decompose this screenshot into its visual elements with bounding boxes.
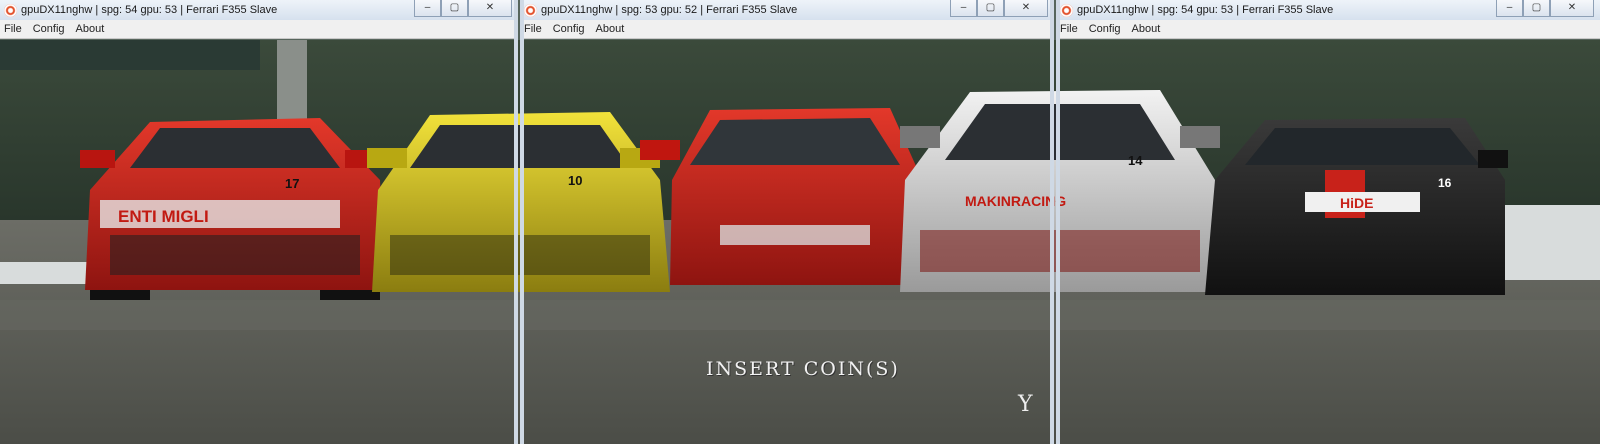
window-3-title: gpuDX11nghw | spg: 54 gpu: 53 | Ferrari … <box>1077 4 1334 16</box>
maximize-button[interactable]: ▢ <box>977 0 1004 17</box>
window-2-border-right <box>1050 0 1054 444</box>
window-1: gpuDX11nghw | spg: 54 gpu: 53 | Ferrari … <box>0 0 518 444</box>
menu-config[interactable]: Config <box>1085 23 1128 35</box>
menu-config[interactable]: Config <box>549 23 592 35</box>
menu-about[interactable]: About <box>72 23 112 35</box>
window-2-titlebar[interactable]: gpuDX11nghw | spg: 53 gpu: 52 | Ferrari … <box>520 0 1054 21</box>
window-1-title: gpuDX11nghw | spg: 54 gpu: 53 | Ferrari … <box>21 4 278 16</box>
close-button[interactable]: ✕ <box>1004 0 1048 17</box>
window-1-controls: – ▢ ✕ <box>414 0 512 17</box>
minimize-button[interactable]: – <box>414 0 441 17</box>
window-1-menubar: File Config About <box>0 20 518 39</box>
app-icon <box>524 3 537 17</box>
maximize-button[interactable]: ▢ <box>441 0 468 17</box>
maximize-button[interactable]: ▢ <box>1523 0 1550 17</box>
app-icon <box>4 3 17 17</box>
close-button[interactable]: ✕ <box>468 0 512 17</box>
menu-about[interactable]: About <box>592 23 632 35</box>
minimize-button[interactable]: – <box>950 0 977 17</box>
window-1-border <box>514 0 518 444</box>
minimize-button[interactable]: – <box>1496 0 1523 17</box>
window-3-menubar: File Config About <box>1056 20 1600 39</box>
menu-file[interactable]: File <box>520 23 549 35</box>
window-3-titlebar[interactable]: gpuDX11nghw | spg: 54 gpu: 53 | Ferrari … <box>1056 0 1600 21</box>
window-3-controls: – ▢ ✕ <box>1496 0 1594 17</box>
window-3: gpuDX11nghw | spg: 54 gpu: 53 | Ferrari … <box>1056 0 1600 444</box>
menu-file[interactable]: File <box>0 23 29 35</box>
window-3-border-left <box>1056 0 1060 444</box>
window-2-title: gpuDX11nghw | spg: 53 gpu: 52 | Ferrari … <box>541 4 798 16</box>
menu-config[interactable]: Config <box>29 23 72 35</box>
menu-file[interactable]: File <box>1056 23 1085 35</box>
close-button[interactable]: ✕ <box>1550 0 1594 17</box>
menu-about[interactable]: About <box>1128 23 1168 35</box>
window-2-menubar: File Config About <box>520 20 1054 39</box>
window-1-titlebar[interactable]: gpuDX11nghw | spg: 54 gpu: 53 | Ferrari … <box>0 0 518 21</box>
window-2: gpuDX11nghw | spg: 53 gpu: 52 | Ferrari … <box>520 0 1054 444</box>
window-2-border-left <box>520 0 524 444</box>
app-icon <box>1060 3 1073 17</box>
window-2-controls: – ▢ ✕ <box>950 0 1048 17</box>
